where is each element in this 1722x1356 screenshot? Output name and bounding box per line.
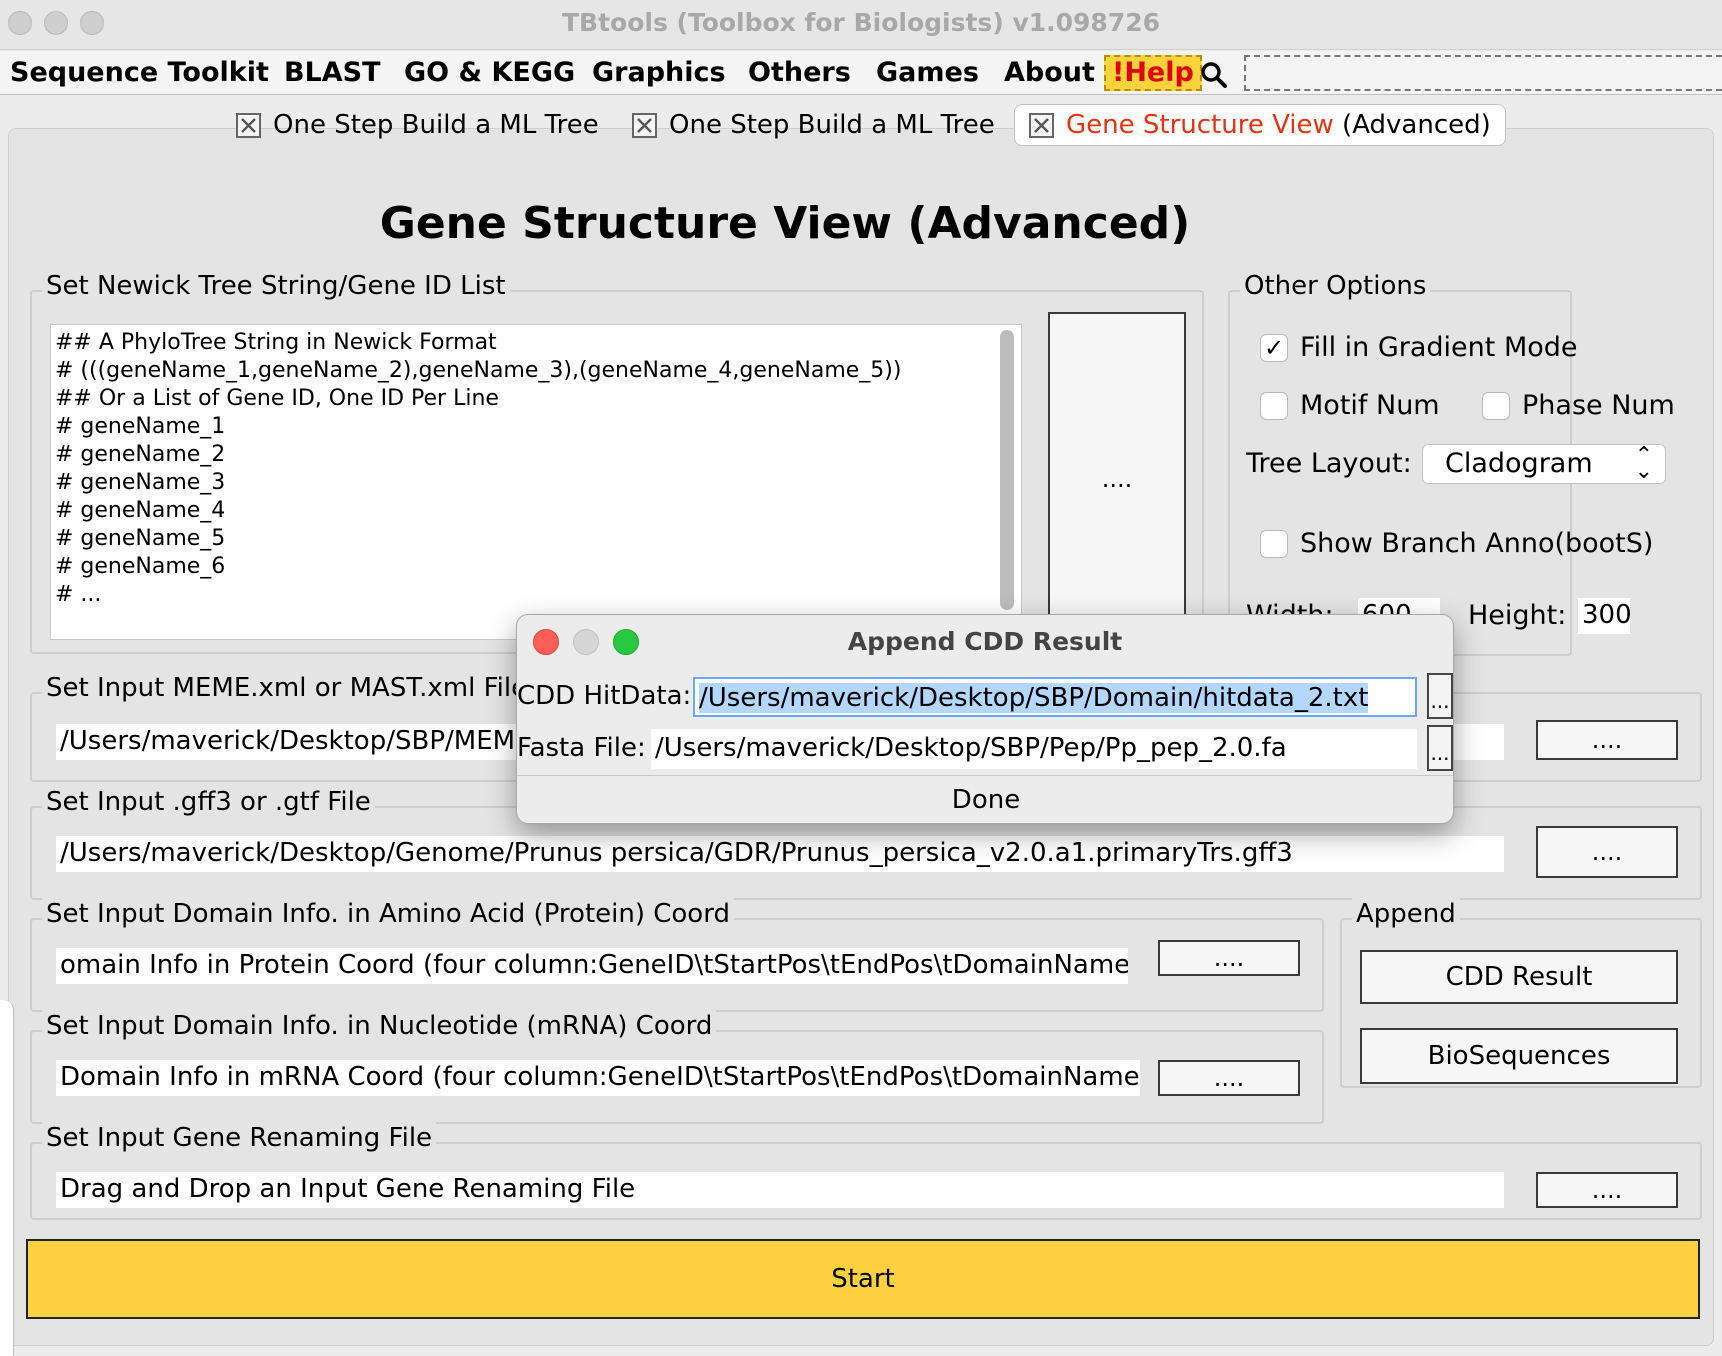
hitdata-label: CDD HitData:: [517, 681, 692, 711]
tab-ml-tree-1[interactable]: One Step Build a ML Tree: [236, 104, 599, 146]
renaming-input[interactable]: Drag and Drop an Input Gene Renaming Fil…: [56, 1172, 1504, 1208]
phase-num-checkbox[interactable]: [1482, 392, 1510, 420]
cdd-result-button[interactable]: CDD Result: [1360, 950, 1678, 1004]
gff-input[interactable]: /Users/maverick/Desktop/Genome/Prunus pe…: [56, 836, 1504, 872]
textarea-line: # geneName_4: [55, 498, 226, 523]
hitdata-selected-text: /Users/maverick/Desktop/SBP/Domain/hitda…: [699, 683, 1369, 713]
textarea-line: # geneName_2: [55, 442, 226, 467]
menu-graphics[interactable]: Graphics: [592, 57, 726, 88]
protein-domain-legend: Set Input Domain Info. in Amino Acid (Pr…: [42, 898, 734, 930]
motif-num-checkbox[interactable]: [1260, 392, 1288, 420]
tab-close-icon[interactable]: [236, 112, 261, 138]
textarea-line: ## A PhyloTree String in Newick Format: [55, 330, 497, 355]
protein-domain-browse-button[interactable]: ....: [1158, 940, 1300, 976]
meme-legend: Set Input MEME.xml or MAST.xml File: [42, 672, 532, 704]
show-branch-label: Show Branch Anno(bootS): [1300, 528, 1654, 559]
dialog-title: Append CDD Result: [847, 627, 1123, 656]
gff-browse-button[interactable]: ....: [1536, 826, 1678, 878]
textarea-line: # geneName_3: [55, 470, 226, 495]
newick-browse-button[interactable]: ....: [1048, 312, 1186, 646]
tree-layout-label: Tree Layout:: [1246, 448, 1412, 479]
chevron-updown-icon: ⌃ ⌄: [1634, 443, 1653, 484]
tab-label-highlight: Gene Structure View: [1066, 110, 1334, 140]
fill-gradient-label: Fill in Gradient Mode: [1300, 332, 1578, 363]
fasta-input[interactable]: /Users/maverick/Desktop/SBP/Pep/Pp_pep_2…: [651, 729, 1417, 769]
nucleotide-domain-input[interactable]: Domain Info in mRNA Coord (four column:G…: [56, 1060, 1140, 1096]
fasta-browse-button[interactable]: ...: [1427, 725, 1453, 771]
protein-domain-input[interactable]: omain Info in Protein Coord (four column…: [56, 948, 1128, 984]
textarea-line: # geneName_5: [55, 526, 226, 551]
textarea-line: # (((geneName_1,geneName_2),geneName_3),…: [55, 358, 902, 383]
tab-close-icon[interactable]: [632, 112, 657, 138]
nucleotide-domain-browse-button[interactable]: ....: [1158, 1060, 1300, 1096]
start-button[interactable]: Start: [26, 1239, 1700, 1319]
tab-label: One Step Build a ML Tree: [273, 110, 599, 140]
menu-bar: Sequence Toolkit BLAST GO & KEGG Graphic…: [0, 51, 1722, 95]
menu-go-kegg[interactable]: GO & KEGG: [404, 57, 575, 88]
show-branch-checkbox[interactable]: [1260, 530, 1288, 558]
tab-gene-structure-view[interactable]: Gene Structure View (Advanced): [1014, 104, 1506, 146]
height-label: Height:: [1468, 600, 1567, 631]
menu-games[interactable]: Games: [876, 57, 979, 88]
page-title: Gene Structure View (Advanced): [379, 198, 1191, 249]
done-button[interactable]: Done: [517, 775, 1453, 823]
biosequences-button[interactable]: BioSequences: [1360, 1028, 1678, 1084]
fasta-label: Fasta File:: [517, 733, 646, 763]
renaming-browse-button[interactable]: ....: [1536, 1172, 1678, 1208]
menu-others[interactable]: Others: [748, 57, 851, 88]
menu-sequence-toolkit[interactable]: Sequence Toolkit: [10, 57, 269, 88]
tree-layout-value: Cladogram: [1445, 448, 1593, 479]
menu-blast[interactable]: BLAST: [284, 57, 381, 88]
height-input[interactable]: 300: [1578, 598, 1630, 634]
fill-gradient-checkbox[interactable]: ✓: [1260, 334, 1288, 362]
renaming-legend: Set Input Gene Renaming File: [42, 1122, 437, 1154]
tree-layout-select[interactable]: Cladogram ⌃ ⌄: [1422, 444, 1666, 484]
title-bar: TBtools (Toolbox for Biologists) v1.0987…: [0, 0, 1722, 50]
append-legend: Append: [1352, 898, 1460, 930]
nucleotide-domain-legend: Set Input Domain Info. in Nucleotide (mR…: [42, 1010, 717, 1042]
newick-textarea[interactable]: ## A PhyloTree String in Newick Format #…: [50, 324, 1022, 640]
menu-about[interactable]: About: [1004, 57, 1095, 88]
newick-legend: Set Newick Tree String/Gene ID List: [42, 270, 510, 302]
textarea-line: # ...: [55, 582, 102, 607]
window-title: TBtools (Toolbox for Biologists) v1.0987…: [561, 8, 1161, 37]
gff-legend: Set Input .gff3 or .gtf File: [42, 786, 375, 818]
hitdata-input[interactable]: /Users/maverick/Desktop/SBP/Domain/hitda…: [693, 677, 1417, 717]
background-window-edge: [0, 1000, 14, 1356]
tab-close-icon[interactable]: [1029, 112, 1054, 138]
textarea-line: # geneName_6: [55, 554, 226, 579]
phase-num-label: Phase Num: [1522, 390, 1675, 421]
textarea-line: # geneName_1: [55, 414, 226, 439]
meme-browse-button[interactable]: ....: [1536, 720, 1678, 760]
textarea-scrollbar[interactable]: [1000, 330, 1014, 610]
motif-num-label: Motif Num: [1300, 390, 1440, 421]
menu-search-field[interactable]: [1244, 55, 1722, 91]
other-options-legend: Other Options: [1240, 270, 1431, 302]
hitdata-browse-button[interactable]: ...: [1427, 673, 1453, 719]
menu-help[interactable]: !Help: [1104, 55, 1202, 91]
tab-label: One Step Build a ML Tree: [669, 110, 995, 140]
textarea-line: ## Or a List of Gene ID, One ID Per Line: [55, 386, 499, 411]
tab-label-rest: (Advanced): [1333, 110, 1491, 140]
tab-ml-tree-2[interactable]: One Step Build a ML Tree: [632, 104, 995, 146]
search-icon[interactable]: [1200, 61, 1228, 89]
append-cdd-dialog: Append CDD Result CDD HitData: /Users/ma…: [516, 614, 1454, 824]
